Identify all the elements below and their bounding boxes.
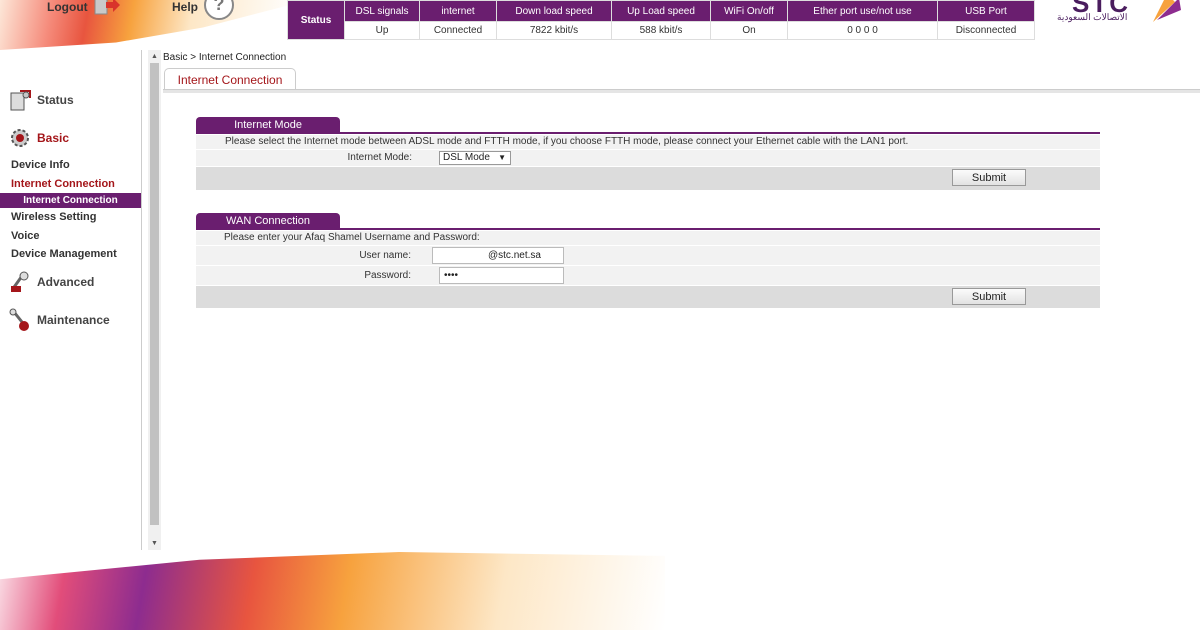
stc-logo-mark-icon [1145, 0, 1185, 30]
sidebar-subitem-internet-connection[interactable]: Internet Connection [0, 193, 141, 208]
sidebar-item-basic[interactable]: Basic [8, 126, 69, 150]
status-header-usb: USB Port [937, 0, 1035, 22]
internet-mode-submit-row: Submit [196, 167, 1100, 190]
password-label: Password: [364, 270, 411, 281]
breadcrumb: Basic > Internet Connection [163, 52, 287, 63]
internet-mode-submit-button[interactable]: Submit [952, 169, 1026, 186]
scrollbar[interactable]: ▲ ▼ [148, 50, 161, 550]
wan-connection-section: WAN Connection Please enter your Afaq Sh… [196, 213, 1100, 308]
sidebar-item-maintenance[interactable]: Maintenance [8, 308, 110, 332]
status-header-dsl: DSL signals [344, 0, 420, 22]
status-header-wifi: WiFi On/off [710, 0, 788, 22]
username-domain-suffix: @stc.net.sa [484, 247, 564, 264]
maintenance-wrench-icon [8, 308, 32, 332]
wan-connection-submit-row: Submit [196, 286, 1100, 308]
tab-internet-connection[interactable]: Internet Connection [164, 68, 296, 89]
internet-mode-title: Internet Mode [196, 117, 340, 132]
sidebar-item-wireless-setting[interactable]: Wireless Setting [11, 211, 96, 223]
scroll-thumb[interactable] [150, 63, 159, 525]
header-swoosh-decoration [0, 0, 290, 50]
status-value-down-speed: 7822 kbit/s [496, 21, 612, 40]
footer-swoosh-decoration [0, 552, 665, 630]
status-value-up-speed: 588 kbit/s [611, 21, 711, 40]
tab-divider [163, 89, 1200, 93]
sidebar-item-status-label: Status [37, 93, 74, 107]
sidebar: Status Basic Device Info Internet Connec… [0, 50, 142, 550]
internet-mode-select-row: Internet Mode: DSL Mode ▼ [196, 150, 1100, 167]
status-header-up-speed: Up Load speed [611, 0, 711, 22]
status-value-wifi: On [710, 21, 788, 40]
internet-mode-section: Internet Mode Please select the Internet… [196, 117, 1100, 190]
status-value-dsl: Up [344, 21, 420, 40]
internet-mode-select-value: DSL Mode [443, 152, 490, 163]
sidebar-item-maintenance-label: Maintenance [37, 313, 110, 327]
wan-connection-submit-button[interactable]: Submit [952, 288, 1026, 305]
advanced-tools-icon [8, 270, 32, 294]
password-row: Password: •••• [196, 266, 1100, 286]
password-input[interactable]: •••• [439, 267, 564, 284]
username-row: User name: @stc.net.sa [196, 246, 1100, 266]
wan-connection-rule [196, 228, 1100, 230]
logout-icon[interactable] [93, 0, 121, 16]
logout-link[interactable]: Logout [47, 0, 88, 14]
scroll-up-arrow-icon[interactable]: ▲ [148, 50, 161, 63]
gear-icon [8, 126, 32, 150]
internet-mode-message: Please select the Internet mode between … [225, 136, 909, 147]
wan-connection-message: Please enter your Afaq Shamel Username a… [224, 232, 480, 243]
username-label: User name: [359, 250, 411, 261]
sidebar-item-internet-connection[interactable]: Internet Connection [11, 178, 115, 190]
sidebar-item-status[interactable]: Status [8, 88, 74, 112]
sidebar-item-basic-label: Basic [37, 131, 70, 145]
sidebar-item-device-management[interactable]: Device Management [11, 248, 117, 260]
sidebar-item-advanced-label: Advanced [37, 275, 95, 289]
wan-connection-title: WAN Connection [196, 213, 340, 228]
status-header-ether-port: Ether port use/not use [787, 0, 938, 22]
status-value-ether-port: 0 0 0 0 [787, 21, 938, 40]
internet-mode-label: Internet Mode: [347, 152, 412, 163]
status-clipboard-icon [8, 88, 32, 112]
sidebar-item-device-info[interactable]: Device Info [11, 159, 70, 171]
scroll-down-arrow-icon[interactable]: ▼ [148, 537, 161, 550]
status-table-label: Status [287, 0, 345, 40]
status-value-internet: Connected [419, 21, 497, 40]
stc-logo-arabic: الاتصالات السعودية [1057, 12, 1128, 22]
username-input[interactable] [432, 247, 484, 264]
status-value-usb: Disconnected [937, 21, 1035, 40]
internet-mode-select[interactable]: DSL Mode ▼ [439, 151, 511, 165]
internet-mode-rule [196, 132, 1100, 134]
sidebar-item-voice[interactable]: Voice [11, 230, 40, 242]
status-table: Status DSL signals internet Down load sp… [287, 0, 1035, 40]
help-link[interactable]: Help [172, 0, 198, 14]
status-header-internet: internet [419, 0, 497, 22]
status-header-down-speed: Down load speed [496, 0, 612, 22]
wan-connection-message-row: Please enter your Afaq Shamel Username a… [196, 231, 1100, 246]
chevron-down-icon: ▼ [498, 153, 506, 162]
sidebar-item-advanced[interactable]: Advanced [8, 270, 94, 294]
internet-mode-message-row: Please select the Internet mode between … [196, 135, 1100, 150]
